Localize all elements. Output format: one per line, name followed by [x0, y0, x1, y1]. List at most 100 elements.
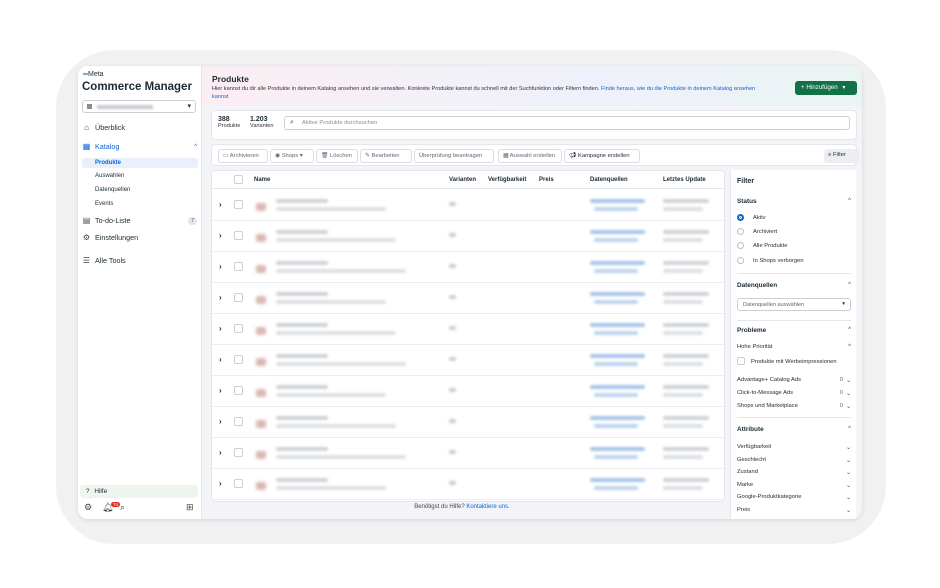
column-datasources[interactable]: Datenquellen	[590, 177, 628, 183]
attribute-filter[interactable]: Verfügbarkeit	[737, 444, 771, 450]
variants-redacted	[449, 388, 456, 392]
add-button[interactable]: + Hinzufügen ▾	[795, 81, 857, 95]
search-icon[interactable]: ⌕	[120, 502, 125, 513]
column-variants[interactable]: Varianten	[449, 177, 476, 183]
sidebar-item-all-tools[interactable]: ☰ Alle Tools	[82, 256, 197, 265]
create-selection-button[interactable]: ▦ Auswahl erstellen	[498, 149, 562, 163]
update-redacted	[663, 362, 703, 366]
row-checkbox[interactable]	[234, 293, 243, 302]
chevron-up-icon[interactable]: ^	[848, 282, 851, 288]
select-all-checkbox[interactable]	[234, 175, 243, 184]
search-input[interactable]: ⌕ Aktive Produkte durchsuchen	[284, 116, 850, 130]
chevron-down-icon[interactable]: ⌄	[846, 377, 851, 384]
column-name[interactable]: Name	[254, 177, 270, 183]
chevron-right-icon[interactable]: ›	[219, 386, 222, 395]
status-radio-archived[interactable]	[737, 228, 744, 235]
attribute-filter[interactable]: Marke	[737, 482, 753, 488]
chevron-right-icon[interactable]: ›	[219, 355, 222, 364]
sidebar-subitem-selections[interactable]: Auswahlen	[82, 171, 198, 181]
table-row[interactable]: ›	[212, 314, 724, 345]
column-last-update[interactable]: Letztes Update	[663, 177, 706, 183]
sidebar-item-settings[interactable]: ⚙ Einstellungen	[82, 233, 197, 242]
table-row[interactable]: ›	[212, 407, 724, 438]
create-campaign-button[interactable]: 📢︎ Kampagne erstellen	[564, 149, 640, 163]
table-row[interactable]: ›	[212, 438, 724, 469]
chevron-down-icon[interactable]: ⌄	[846, 494, 851, 501]
sidebar-subitem-products[interactable]: Produkte	[82, 158, 198, 168]
chevron-up-icon[interactable]: ^	[848, 198, 851, 204]
table-row[interactable]: ›	[212, 345, 724, 376]
sidebar-item-overview[interactable]: ⌂ Überblick	[82, 123, 197, 132]
help-button[interactable]: ? Hilfe	[80, 485, 198, 498]
chevron-right-icon[interactable]: ›	[219, 262, 222, 271]
table-row[interactable]: ›	[212, 283, 724, 314]
table-row[interactable]: ›	[212, 376, 724, 407]
archive-button[interactable]: ▭ Archivieren	[218, 149, 268, 163]
row-checkbox[interactable]	[234, 324, 243, 333]
datasources-heading[interactable]: Datenquellen	[737, 282, 777, 289]
status-radio-hidden[interactable]	[737, 257, 744, 264]
row-checkbox[interactable]	[234, 386, 243, 395]
contact-link[interactable]: Kontaktiere uns.	[466, 504, 509, 510]
chevron-right-icon[interactable]: ›	[219, 200, 222, 209]
problem-advantage[interactable]: Advantage+ Catalog Ads	[737, 377, 801, 383]
high-priority-label[interactable]: Hohe Priorität	[737, 344, 772, 350]
chevron-right-icon[interactable]: ›	[219, 324, 222, 333]
table-row[interactable]: ›	[212, 469, 724, 500]
row-checkbox[interactable]	[234, 231, 243, 240]
sidebar-subitem-datasources[interactable]: Datenquellen	[82, 185, 198, 195]
row-checkbox[interactable]	[234, 355, 243, 364]
status-radio-active[interactable]	[737, 214, 744, 221]
shops-button[interactable]: ◉ Shops ▾	[270, 149, 314, 163]
chevron-up-icon[interactable]: ^	[848, 327, 851, 333]
chevron-down-icon[interactable]: ⌄	[846, 507, 851, 514]
product-id-redacted	[276, 362, 406, 366]
row-checkbox[interactable]	[234, 448, 243, 457]
attribute-filter[interactable]: Zustand	[737, 469, 758, 475]
status-radio-all[interactable]	[737, 242, 744, 249]
datasources-select[interactable]: Datenquellen auswählen ▾	[737, 298, 851, 311]
sidebar-item-catalog[interactable]: ▦ Katalog ^	[82, 142, 197, 151]
chevron-down-icon[interactable]: ⌄	[846, 390, 851, 397]
ad-impressions-checkbox[interactable]	[737, 357, 745, 365]
account-switcher[interactable]: ▾	[82, 100, 196, 113]
chevron-down-icon[interactable]: ⌄	[846, 444, 851, 451]
sidebar-subitem-events[interactable]: Events	[82, 199, 198, 209]
products-stat: 388 Produkte	[218, 116, 241, 129]
attribute-filter[interactable]: Preis	[737, 507, 750, 513]
row-checkbox[interactable]	[234, 479, 243, 488]
chevron-up-icon[interactable]: ^	[848, 344, 851, 350]
chevron-down-icon[interactable]: ⌄	[846, 482, 851, 489]
row-checkbox[interactable]	[234, 417, 243, 426]
row-checkbox[interactable]	[234, 200, 243, 209]
table-row[interactable]: ›	[212, 190, 724, 221]
chevron-right-icon[interactable]: ›	[219, 293, 222, 302]
column-availability[interactable]: Verfügbarkeit	[488, 177, 526, 183]
settings-icon[interactable]: ⚙	[84, 502, 92, 513]
row-checkbox[interactable]	[234, 262, 243, 271]
chevron-right-icon[interactable]: ›	[219, 417, 222, 426]
chevron-up-icon[interactable]: ^	[848, 426, 851, 432]
review-button[interactable]: Überprüfung beantragen	[414, 149, 494, 163]
column-price[interactable]: Preis	[539, 177, 554, 183]
table-row[interactable]: ›	[212, 221, 724, 252]
chevron-right-icon[interactable]: ›	[219, 448, 222, 457]
problem-shops[interactable]: Shops und Marketplace	[737, 403, 798, 409]
sidebar-item-todo[interactable]: ▤ To-do-Liste 7	[82, 216, 197, 225]
table-row[interactable]: ›	[212, 252, 724, 283]
status-heading[interactable]: Status	[737, 198, 757, 205]
attribute-filter[interactable]: Geschlecht	[737, 457, 766, 463]
problems-heading[interactable]: Probleme	[737, 327, 766, 334]
edit-button[interactable]: ✎ Bearbeiten	[360, 149, 412, 163]
chevron-right-icon[interactable]: ›	[219, 479, 222, 488]
layout-icon[interactable]: ⊞	[186, 502, 194, 513]
attribute-filter[interactable]: Google-Produktkategorie	[737, 494, 801, 500]
attributes-heading[interactable]: Attribute	[737, 426, 764, 433]
problem-click-to-message[interactable]: Click-to-Message Ads	[737, 390, 793, 396]
chevron-down-icon[interactable]: ⌄	[846, 469, 851, 476]
chevron-down-icon[interactable]: ⌄	[846, 403, 851, 410]
delete-button[interactable]: 🗑︎ Löschen	[316, 149, 358, 163]
chevron-right-icon[interactable]: ›	[219, 231, 222, 240]
chevron-down-icon[interactable]: ⌄	[846, 457, 851, 464]
filter-button[interactable]: ≡ Filter	[824, 149, 859, 163]
